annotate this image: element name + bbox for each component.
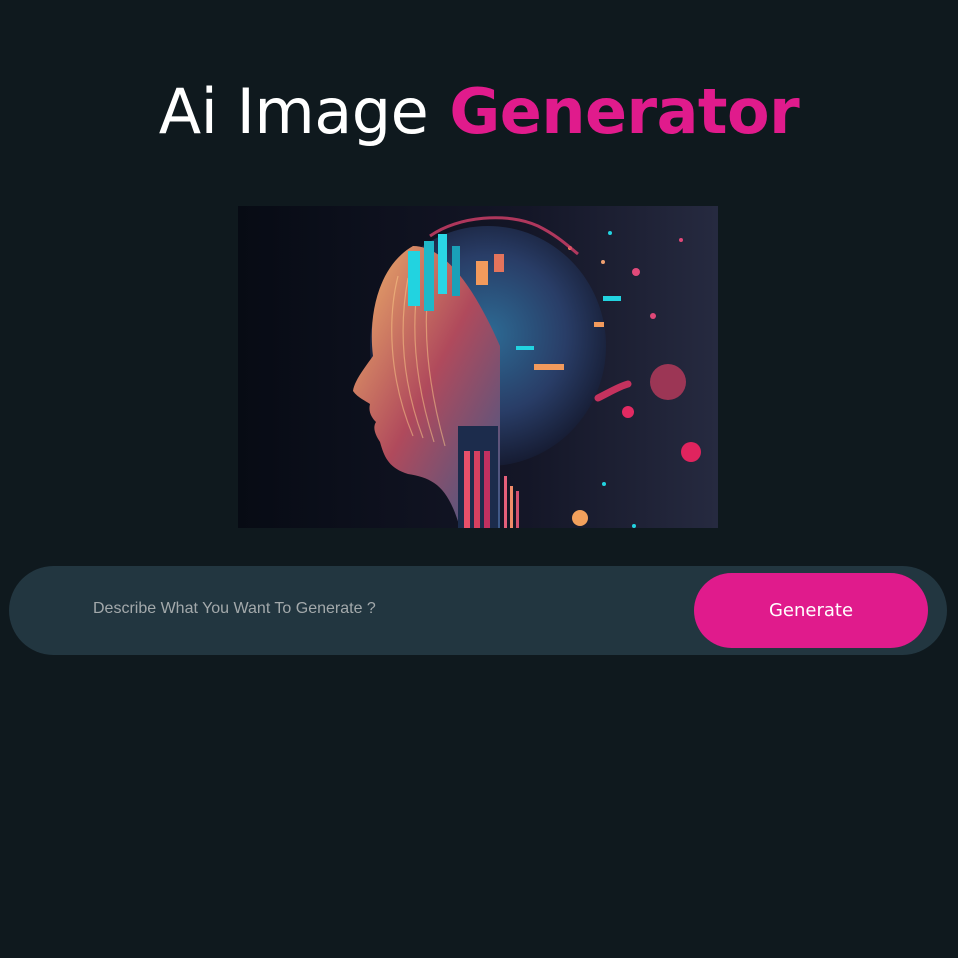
prompt-bar: Generate <box>9 566 947 655</box>
generate-button[interactable]: Generate <box>694 573 928 648</box>
prompt-input[interactable] <box>93 592 653 626</box>
title-accent-text: Generator <box>449 75 800 148</box>
app-page: Ai Image Generator Describe What You Wan… <box>0 0 958 958</box>
generated-image <box>238 206 718 528</box>
page-title: Ai Image Generator <box>0 72 958 152</box>
ai-head-illustration <box>238 206 718 528</box>
title-text: Ai Image <box>158 75 429 148</box>
